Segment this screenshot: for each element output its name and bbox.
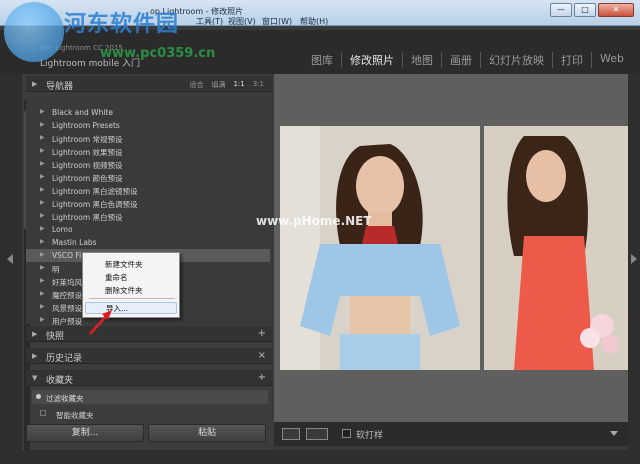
expand-triangle-icon[interactable]: ▶ [40, 316, 45, 323]
menu-view[interactable]: 视图(V) [228, 16, 256, 27]
snapshots-label: 快照 [46, 332, 65, 342]
pointer-arrow-icon [89, 310, 112, 335]
close-button[interactable]: ✕ [598, 3, 634, 17]
collapse-left-icon[interactable] [7, 254, 13, 264]
preset-folder[interactable]: ▶ Black and White [26, 106, 270, 119]
expand-triangle-icon[interactable]: ▶ [40, 186, 45, 193]
clear-history-icon[interactable]: × [258, 350, 266, 361]
expand-triangle-icon[interactable]: ▶ [40, 160, 45, 167]
expand-triangle-icon[interactable]: ▶ [40, 290, 45, 297]
zoom-options: 适合 填满 1:1 3:1 [189, 80, 264, 90]
expand-triangle-icon[interactable]: ▶ [40, 264, 45, 271]
window-controls: — □ ✕ [550, 3, 634, 17]
module-library[interactable]: 图库 [303, 52, 343, 68]
expand-triangle-icon[interactable]: ▶ [32, 330, 37, 338]
watermark-center: www.pHome.NET [256, 214, 372, 228]
photo-main [280, 126, 480, 370]
module-book[interactable]: 画册 [442, 52, 482, 68]
right-panel-edge[interactable] [628, 74, 640, 464]
smart-collections-item[interactable]: 智能收藏夹 [26, 408, 272, 420]
preset-folder[interactable]: ▶ Lightroom 常规预设 [26, 132, 270, 145]
before-after-icon[interactable] [306, 428, 328, 440]
expand-triangle-icon[interactable]: ▶ [40, 199, 45, 206]
preset-folder[interactable]: ▶ Lightroom 效果预设 [26, 145, 270, 158]
expand-triangle-icon[interactable]: ▶ [40, 173, 45, 180]
menu-window[interactable]: 窗口(W) [262, 16, 292, 27]
expand-triangle-icon[interactable]: ▶ [40, 238, 45, 245]
module-print[interactable]: 打印 [553, 52, 593, 68]
expand-triangle-icon[interactable]: ▶ [40, 277, 45, 284]
zoom-fill[interactable]: 填满 [211, 80, 225, 90]
menu-rename[interactable]: 重命名 [105, 272, 128, 283]
soft-proof-label: 软打样 [356, 431, 384, 441]
module-slideshow[interactable]: 幻灯片放映 [481, 52, 554, 68]
expand-triangle-icon[interactable]: ▶ [32, 80, 37, 88]
module-web[interactable]: Web [592, 52, 632, 68]
menu-delete-folder[interactable]: 删除文件夹 [105, 285, 143, 296]
navigator-header[interactable]: ▶ 导航器 适合 填满 1:1 3:1 [26, 76, 272, 92]
expand-triangle-icon[interactable]: ▶ [40, 147, 45, 154]
soft-proof-checkbox[interactable] [342, 429, 351, 438]
preset-folder[interactable]: ▶ Lomo [26, 223, 270, 236]
expand-triangle-icon[interactable]: ▶ [40, 212, 45, 219]
zoom-fit[interactable]: 适合 [189, 80, 203, 90]
develop-toolbar: 软打样 [274, 422, 628, 446]
left-panel-edge[interactable] [0, 74, 22, 464]
loupe-view-icon[interactable] [282, 428, 300, 440]
zoom-1-1[interactable]: 1:1 [233, 80, 244, 90]
history-header[interactable]: ▶ 历史记录 × [26, 348, 272, 364]
maximize-button[interactable]: □ [574, 3, 596, 17]
filter-collections-input[interactable]: 过滤收藏夹 [32, 390, 268, 404]
search-icon [36, 394, 41, 399]
paste-button[interactable]: 粘贴 [148, 424, 266, 442]
collections-label: 收藏夹 [46, 376, 74, 386]
image-canvas[interactable] [274, 74, 628, 422]
expand-triangle-icon[interactable]: ▶ [40, 225, 45, 232]
preset-folder[interactable]: ▶ Lightroom 视频预设 [26, 158, 270, 171]
module-picker: 图库 修改照片 地图 画册 幻灯片放映 打印 Web [303, 52, 632, 68]
folder-icon [40, 410, 46, 416]
navigator-label: 导航器 [46, 82, 74, 92]
menu-help[interactable]: 帮助(H) [300, 16, 328, 27]
toolbar-menu-icon[interactable] [610, 431, 618, 436]
photo-secondary [484, 126, 628, 370]
preset-folder[interactable]: ▶ Lightroom Presets [26, 119, 270, 132]
watermark-url: www.pc0359.cn [100, 46, 216, 61]
minimize-button[interactable]: — [550, 3, 572, 17]
zoom-3-1[interactable]: 3:1 [253, 80, 264, 90]
snapshots-header[interactable]: ▶ 快照 + [26, 326, 272, 342]
menu-tools[interactable]: 工具(T) [196, 16, 223, 27]
menu-separator [89, 298, 175, 299]
preset-folder[interactable]: ▶ Lightroom 黑白滤镜预设 [26, 184, 270, 197]
copy-paste-bar: 复制... 粘贴 [26, 424, 266, 442]
history-label: 历史记录 [46, 354, 83, 364]
expand-triangle-icon[interactable]: ▶ [40, 134, 45, 141]
filmstrip-edge[interactable] [0, 450, 640, 464]
module-develop[interactable]: 修改照片 [342, 52, 404, 68]
preset-folder[interactable]: ▶ Mastin Labs [26, 236, 270, 249]
watermark-site: 河东软件园 [64, 11, 180, 37]
copy-button[interactable]: 复制... [26, 424, 144, 442]
collapse-triangle-icon[interactable]: ▼ [32, 374, 37, 382]
watermark-logo [4, 2, 64, 62]
menu-new-folder[interactable]: 新建文件夹 [105, 259, 143, 270]
add-snapshot-icon[interactable]: + [258, 328, 266, 339]
preset-folder[interactable]: ▶ Lightroom 黑白色调预设 [26, 197, 270, 210]
add-collection-icon[interactable]: + [258, 372, 266, 383]
collapse-right-icon[interactable] [631, 254, 637, 264]
preset-folder[interactable]: ▶ Lightroom 颜色预设 [26, 171, 270, 184]
expand-triangle-icon[interactable]: ▶ [40, 251, 45, 258]
expand-triangle-icon[interactable]: ▶ [32, 352, 37, 360]
collections-header[interactable]: ▼ 收藏夹 + [26, 370, 272, 386]
expand-triangle-icon[interactable]: ▶ [40, 108, 45, 115]
module-map[interactable]: 地图 [403, 52, 443, 68]
expand-triangle-icon[interactable]: ▶ [40, 303, 45, 310]
preset-folder[interactable]: ▶ Lightroom 黑白预设 [26, 210, 270, 223]
expand-triangle-icon[interactable]: ▶ [40, 121, 45, 128]
